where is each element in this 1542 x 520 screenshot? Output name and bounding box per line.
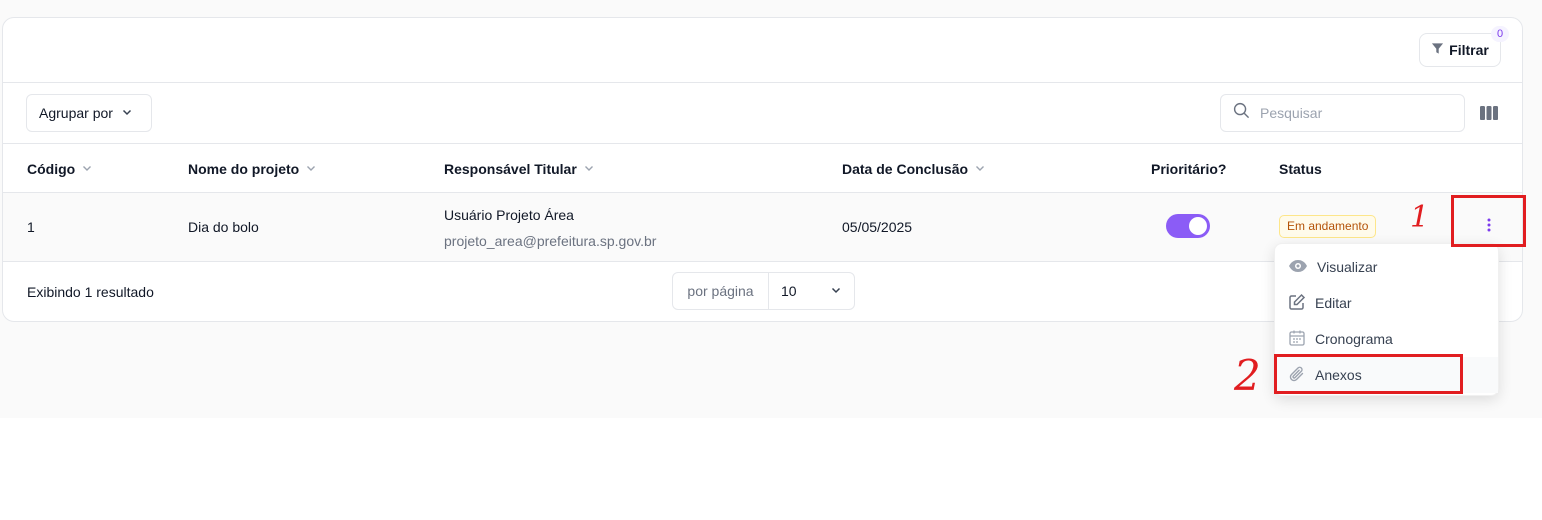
per-page-select[interactable]: 10 bbox=[769, 273, 854, 309]
chevron-down-icon bbox=[583, 161, 595, 177]
annotation-step-1: 1 bbox=[1410, 200, 1430, 235]
annotation-step-2: 2 bbox=[1234, 351, 1261, 400]
group-by-dropdown[interactable]: Agrupar por bbox=[26, 94, 152, 132]
column-header-label: Responsável Titular bbox=[444, 160, 577, 177]
menu-item-label: Editar bbox=[1315, 295, 1352, 311]
per-page-label: por página bbox=[673, 273, 769, 309]
menu-item-edit[interactable]: Editar bbox=[1275, 285, 1498, 321]
highlight-box-actions bbox=[1451, 195, 1526, 247]
filter-icon bbox=[1431, 42, 1444, 58]
filter-label: Filtrar bbox=[1449, 42, 1489, 58]
column-header-label: Código bbox=[27, 160, 76, 177]
search-icon bbox=[1233, 102, 1250, 124]
menu-item-schedule[interactable]: Cronograma bbox=[1275, 321, 1498, 357]
cell-owner-name: Usuário Projeto Área bbox=[444, 207, 574, 223]
search-field[interactable] bbox=[1220, 94, 1465, 132]
priority-toggle[interactable] bbox=[1166, 214, 1210, 238]
column-header-completion-date[interactable]: Data de Conclusão bbox=[842, 144, 986, 193]
eye-icon bbox=[1288, 259, 1308, 276]
toggle-knob bbox=[1189, 217, 1207, 235]
per-page-value: 10 bbox=[781, 283, 797, 299]
result-count: Exibindo 1 resultado bbox=[27, 284, 154, 300]
menu-item-label: Cronograma bbox=[1315, 331, 1393, 347]
chevron-down-icon bbox=[830, 283, 842, 299]
column-header-label: Nome do projeto bbox=[188, 160, 300, 177]
filter-count-badge: 0 bbox=[1491, 26, 1509, 42]
column-header-code[interactable]: Código bbox=[27, 144, 93, 193]
column-header-label: Status bbox=[1279, 160, 1322, 177]
table-header: Código Nome do projeto Responsável Titul… bbox=[3, 144, 1522, 193]
menu-item-view[interactable]: Visualizar bbox=[1275, 249, 1498, 285]
menu-item-label: Visualizar bbox=[1317, 259, 1378, 275]
chevron-down-icon bbox=[121, 105, 133, 121]
column-header-project-name[interactable]: Nome do projeto bbox=[188, 144, 317, 193]
column-header-priority: Prioritário? bbox=[1151, 144, 1226, 193]
column-header-status: Status bbox=[1279, 144, 1322, 193]
edit-icon bbox=[1288, 293, 1306, 314]
status-badge: Em andamento bbox=[1279, 215, 1377, 238]
cell-project-name: Dia do bolo bbox=[188, 219, 259, 235]
column-header-label: Data de Conclusão bbox=[842, 160, 969, 177]
cell-owner-email: projeto_area@prefeitura.sp.gov.br bbox=[444, 233, 657, 249]
calendar-icon bbox=[1288, 329, 1306, 350]
cell-completion-date: 05/05/2025 bbox=[842, 219, 913, 235]
chevron-down-icon bbox=[974, 161, 986, 177]
highlight-box-attachments bbox=[1274, 354, 1463, 394]
card-header: Filtrar 0 bbox=[3, 18, 1522, 83]
group-by-label: Agrupar por bbox=[39, 105, 113, 121]
column-header-label: Prioritário? bbox=[1151, 160, 1227, 177]
filter-button[interactable]: Filtrar bbox=[1419, 33, 1501, 67]
chevron-down-icon bbox=[305, 161, 317, 177]
search-input[interactable] bbox=[1258, 104, 1448, 122]
column-header-owner[interactable]: Responsável Titular bbox=[444, 144, 595, 193]
chevron-down-icon bbox=[81, 161, 93, 177]
table-toolbar: Agrupar por bbox=[3, 83, 1522, 144]
per-page-control: por página 10 bbox=[672, 272, 855, 310]
cell-code: 1 bbox=[27, 219, 35, 235]
columns-icon[interactable] bbox=[1479, 105, 1499, 126]
